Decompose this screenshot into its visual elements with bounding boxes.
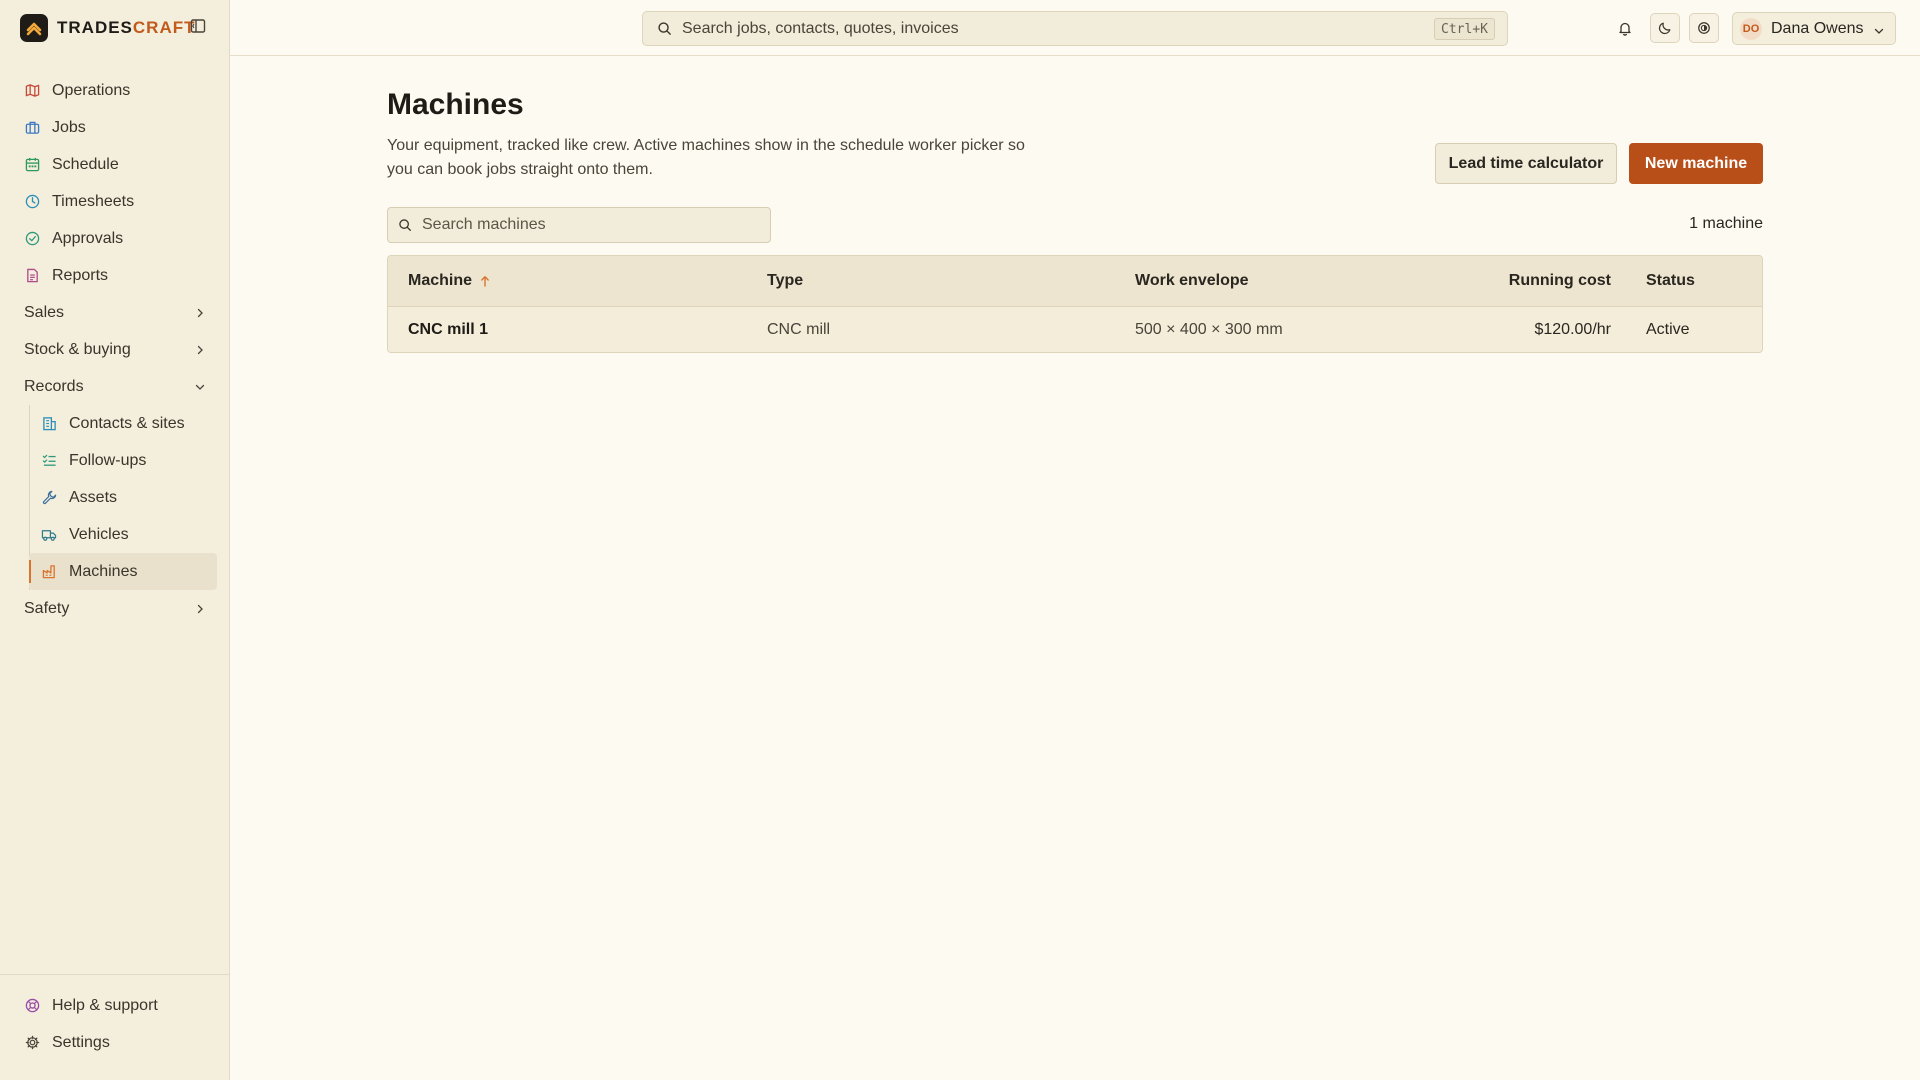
column-header-work-envelope[interactable]: Work envelope (1135, 256, 1249, 306)
table-header: Machine Type Work envelope Running cost … (388, 256, 1762, 307)
sidebar-item-label: Approvals (52, 229, 124, 247)
sidebar-footer: Help & support Settings (0, 974, 230, 1080)
sidebar-item-settings[interactable]: Settings (0, 1024, 230, 1061)
wrench-icon (41, 490, 57, 506)
building-icon (41, 416, 57, 432)
clock-icon (24, 194, 40, 210)
page-description: Your equipment, tracked like crew. Activ… (387, 137, 1025, 178)
sidebar-group-records[interactable]: Records (0, 368, 230, 405)
new-machine-button[interactable]: New machine (1629, 143, 1763, 184)
user-menu-button[interactable]: DO Dana Owens (1732, 12, 1896, 45)
sidebar-item-approvals[interactable]: Approvals (0, 220, 230, 257)
sidebar-item-machines[interactable]: Machines (29, 553, 217, 590)
machine-search-field[interactable] (387, 207, 771, 243)
column-header-machine[interactable]: Machine (408, 256, 490, 306)
sidebar-item-label: Follow-ups (69, 451, 147, 469)
report-icon (24, 268, 40, 284)
chevron-right-icon (194, 602, 206, 614)
table-row[interactable]: CNC mill 1 CNC mill 500 × 400 × 300 mm $… (388, 307, 1762, 352)
machine-count: 1 machine (1689, 215, 1763, 232)
sidebar-item-assets[interactable]: Assets (0, 479, 230, 516)
sidebar-item-follow-ups[interactable]: Follow-ups (0, 442, 230, 479)
chevron-right-icon (194, 306, 206, 318)
sidebar-group-stock[interactable]: Stock & buying (0, 331, 230, 368)
column-header-label: Machine (408, 272, 473, 289)
chevron-right-icon (194, 343, 206, 355)
cell-machine[interactable]: CNC mill 1 (408, 307, 488, 352)
list-check-icon (41, 453, 57, 469)
chevron-down-icon (1873, 24, 1885, 36)
brand-name-part-2: CRAFT (132, 18, 196, 37)
truck-icon (41, 527, 57, 543)
sidebar-item-label: Contacts & sites (69, 414, 185, 432)
sidebar-item-help[interactable]: Help & support (0, 987, 230, 1024)
sidebar-group-label: Records (24, 377, 84, 395)
cell-work-envelope: 500 × 400 × 300 mm (1135, 321, 1283, 338)
sidebar-item-label: Machines (69, 562, 138, 580)
records-submenu: Contacts & sites Follow-ups Assets Vehic… (0, 405, 230, 590)
chevron-down-icon (194, 380, 206, 392)
gear-icon (24, 1035, 40, 1051)
shortcut-badge: Ctrl+K (1434, 18, 1495, 40)
status-badge: Active (1646, 321, 1690, 338)
sidebar-item-schedule[interactable]: Schedule (0, 146, 230, 183)
factory-icon (41, 564, 57, 580)
sidebar-item-operations[interactable]: Operations (0, 72, 230, 109)
sidebar-group-label: Safety (24, 599, 70, 617)
global-search-input[interactable]: Search jobs, contacts, quotes, invoices … (642, 11, 1508, 46)
sidebar-item-reports[interactable]: Reports (0, 257, 230, 294)
sidebar-nav: Operations Jobs Schedule Timesheets Appr… (0, 72, 230, 627)
briefcase-icon (24, 120, 40, 136)
page-title: Machines (387, 88, 524, 121)
sidebar-item-label: Schedule (52, 155, 119, 173)
sidebar-group-safety[interactable]: Safety (0, 590, 230, 627)
column-header-type[interactable]: Type (767, 256, 803, 306)
machines-table: Machine Type Work envelope Running cost … (387, 255, 1763, 353)
machine-search-input[interactable] (422, 216, 752, 234)
cell-running-cost: $120.00/hr (1534, 321, 1611, 338)
sidebar-group-label: Stock & buying (24, 340, 131, 358)
sidebar-item-label: Help & support (52, 996, 158, 1014)
global-search-placeholder: Search jobs, contacts, quotes, invoices (682, 19, 959, 37)
sidebar-item-contacts[interactable]: Contacts & sites (0, 405, 230, 442)
sidebar-item-label: Settings (52, 1033, 110, 1051)
search-icon (398, 218, 412, 232)
lead-time-calculator-button[interactable]: Lead time calculator (1435, 143, 1617, 184)
topbar: Search jobs, contacts, quotes, invoices … (230, 0, 1920, 56)
sidebar-item-label: Reports (52, 266, 109, 284)
sidebar-item-label: Jobs (52, 118, 86, 136)
brand[interactable]: TRADESCRAFT (20, 14, 196, 42)
avatar: DO (1740, 17, 1762, 40)
column-header-running-cost[interactable]: Running cost (1498, 256, 1611, 306)
sidebar: TRADESCRAFT Operations Jobs Schedule Tim… (0, 0, 230, 1080)
sidebar-item-vehicles[interactable]: Vehicles (0, 516, 230, 553)
brand-name: TRADESCRAFT (57, 18, 196, 38)
column-header-status[interactable]: Status (1646, 256, 1695, 306)
sidebar-item-label: Timesheets (52, 192, 135, 210)
user-name: Dana Owens (1771, 19, 1864, 37)
sidebar-group-sales[interactable]: Sales (0, 294, 230, 331)
check-circle-icon (24, 231, 40, 247)
lifebuoy-icon (24, 998, 40, 1014)
cell-type: CNC mill (767, 321, 831, 338)
tradescraft-logo-icon (20, 14, 48, 42)
contrast-icon[interactable] (1689, 13, 1719, 43)
map-icon (24, 83, 40, 99)
moon-icon[interactable] (1650, 13, 1680, 43)
brand-name-part-1: TRADES (57, 18, 133, 37)
sort-ascending-icon (480, 275, 490, 287)
sidebar-collapse-icon[interactable] (190, 18, 208, 36)
sidebar-item-label: Vehicles (69, 525, 129, 543)
sidebar-item-jobs[interactable]: Jobs (0, 109, 230, 146)
search-icon (657, 21, 672, 36)
sidebar-item-label: Assets (69, 488, 118, 506)
sidebar-group-label: Sales (24, 303, 65, 321)
bell-icon[interactable] (1610, 13, 1640, 43)
sidebar-item-timesheets[interactable]: Timesheets (0, 183, 230, 220)
calendar-icon (24, 157, 40, 173)
sidebar-item-label: Operations (52, 81, 131, 99)
